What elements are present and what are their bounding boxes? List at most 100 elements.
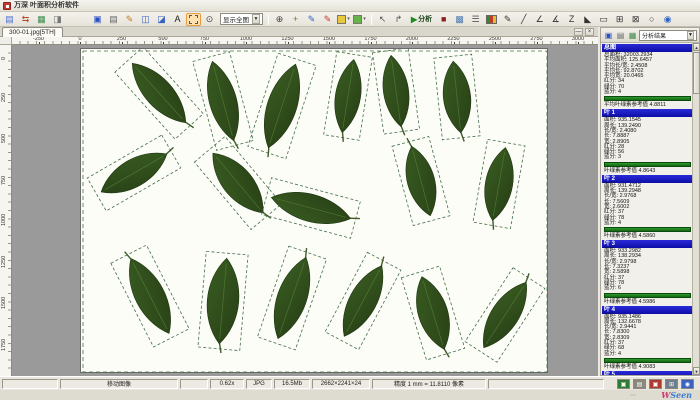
leaf-object[interactable] (391, 133, 450, 226)
stat-row: 蓝分: 4 (602, 90, 693, 95)
info-button[interactable]: ◉ (660, 13, 675, 26)
panels-button[interactable]: ☰ (468, 13, 483, 26)
zigzag-tool-button[interactable]: Z (564, 13, 579, 26)
draw-pen-button[interactable]: ✎ (304, 13, 319, 26)
region-color-button[interactable]: ▾ (352, 13, 367, 26)
horizontal-ruler: -250025050075010001250150017502000225025… (12, 37, 598, 45)
panel-save-icon[interactable]: ▣ (603, 30, 614, 41)
paste-button[interactable]: ◪ (154, 13, 169, 26)
scroll-down-icon[interactable]: ▼ (693, 367, 700, 375)
leaf-object[interactable] (193, 52, 255, 155)
leaf-object[interactable] (323, 52, 372, 145)
edit-button[interactable]: ✎ (122, 13, 137, 26)
minimize-doc-button[interactable]: — (574, 28, 583, 36)
status-segment: 精度 1 mm = 11.8110 像素 (372, 379, 486, 389)
leaf-status-icon[interactable]: ▣ (617, 379, 630, 389)
section-header: 叶 2 (602, 175, 693, 183)
leaf-stem (341, 131, 345, 142)
panel-scrollbar[interactable]: ▲ ▼ (692, 43, 699, 375)
document-tab[interactable]: 300-01.jpg[5TH] (2, 27, 63, 37)
leaf-object[interactable] (472, 139, 525, 232)
result-type-select[interactable]: 分析结果 ▼ (639, 30, 697, 41)
info-status-icon[interactable]: ◉ (681, 379, 694, 389)
close-doc-button[interactable]: × (585, 28, 594, 36)
scroll-up-icon[interactable]: ▲ (693, 43, 700, 51)
copy-button[interactable]: ◫ (138, 13, 153, 26)
refresh-button[interactable]: ⇆ (18, 13, 33, 26)
view-mode-select[interactable]: 显示全图▼ (220, 13, 263, 25)
text-tool-button[interactable]: A (170, 13, 185, 26)
v-ruler-label: 0 (1, 57, 7, 60)
analyze-button[interactable]: ▶分析 (407, 13, 436, 26)
zoom-tool-button[interactable]: ⊙ (202, 13, 217, 26)
angle-measure-button[interactable]: ∡ (548, 13, 563, 26)
leaf-object[interactable] (257, 242, 327, 350)
panel-export-icon[interactable]: ▦ (627, 30, 638, 41)
print-button[interactable]: ▤ (106, 13, 121, 26)
v-ruler-label: 1250 (1, 255, 7, 267)
leaf-object[interactable] (194, 136, 284, 232)
mark-pen-button[interactable]: ✎ (320, 13, 335, 26)
stat-row: 蓝分: 6 (602, 286, 693, 291)
result-type-label: 分析结果 (642, 31, 666, 40)
status-segment (180, 379, 208, 389)
leaf-object[interactable] (115, 49, 206, 142)
rect-tool-button[interactable]: ▭ (596, 13, 611, 26)
triangle-tool-button[interactable]: ◣ (580, 13, 595, 26)
grid-status-icon[interactable]: ⊞ (665, 379, 678, 389)
title-bar: 万深 叶面积分析软件 (0, 0, 700, 12)
leaf-object[interactable] (465, 264, 547, 362)
leaf-image (81, 49, 549, 374)
status-segment (488, 379, 604, 389)
leaf-stem (523, 273, 531, 283)
monitor-button[interactable]: ◨ (50, 13, 65, 26)
circle-tool-button[interactable]: ○ (644, 13, 659, 26)
panel-print-icon[interactable]: ▤ (615, 30, 626, 41)
leaf-object[interactable] (434, 54, 481, 144)
leaf-object[interactable] (372, 49, 420, 138)
analyze-label: 分析 (418, 14, 432, 24)
pointer-button[interactable]: ↖ (375, 13, 390, 26)
leaf-object[interactable] (109, 241, 189, 346)
camera-status-icon[interactable]: ▣ (649, 379, 662, 389)
leaf-object[interactable] (247, 53, 317, 162)
line-tool-button[interactable]: ╱ (516, 13, 531, 26)
leaf-object[interactable] (198, 251, 249, 354)
angle-tool-button[interactable]: ∠ (532, 13, 547, 26)
leaf-object[interactable] (325, 249, 403, 350)
dashed-select-icon (189, 15, 198, 24)
grid-tool-button[interactable]: ⊞ (612, 13, 627, 26)
color-swatch-icon (353, 15, 362, 24)
status-segment: 2662×2241×24 (312, 379, 370, 389)
v-ruler-label: 1000 (1, 214, 7, 226)
image-area[interactable] (80, 48, 548, 373)
step-button[interactable]: ↱ (391, 13, 406, 26)
color-flag-button[interactable] (484, 13, 499, 26)
canvas-workspace[interactable] (12, 45, 598, 376)
leaf-color-bar (604, 162, 691, 167)
section-header: 叶 4 (602, 306, 693, 314)
leaf-object[interactable] (401, 266, 466, 364)
palette-button[interactable]: ▩ (452, 13, 467, 26)
save-button[interactable]: ▣ (90, 13, 105, 26)
chart-status-icon[interactable]: ▤ (633, 379, 646, 389)
chevron-down-icon: ▼ (687, 31, 694, 40)
chevron-down-icon: ▾ (363, 13, 366, 26)
image-open-button[interactable]: ▦ (34, 13, 49, 26)
cross-rect-button[interactable]: ⊠ (628, 13, 643, 26)
chlorophyll-row: 叶绿素参考值 4.8643 (602, 168, 693, 174)
select-tool-button[interactable] (186, 13, 201, 26)
results-panel: ▣ ▤ ▦ 分析结果 ▼ 总图总面积: 32003.2934平均面积: 125.… (600, 27, 700, 376)
status-segment: 移动图像 (60, 379, 178, 389)
new-file-button[interactable]: ▤ (2, 13, 17, 26)
zoom-in-button[interactable]: ⊕ (272, 13, 287, 26)
fill-color-button[interactable]: ▾ (336, 13, 351, 26)
pen-tool-button[interactable]: ✎ (500, 13, 515, 26)
stop-button[interactable]: ■ (436, 13, 451, 26)
h-ruler-label: 2000 (405, 37, 419, 42)
leaf-object[interactable] (87, 133, 184, 211)
document-tab-bar: 300-01.jpg[5TH] — × (0, 27, 598, 37)
pan-button[interactable]: + (288, 13, 303, 26)
leaf-object[interactable] (262, 178, 365, 240)
scrollbar-thumb[interactable] (693, 52, 700, 94)
